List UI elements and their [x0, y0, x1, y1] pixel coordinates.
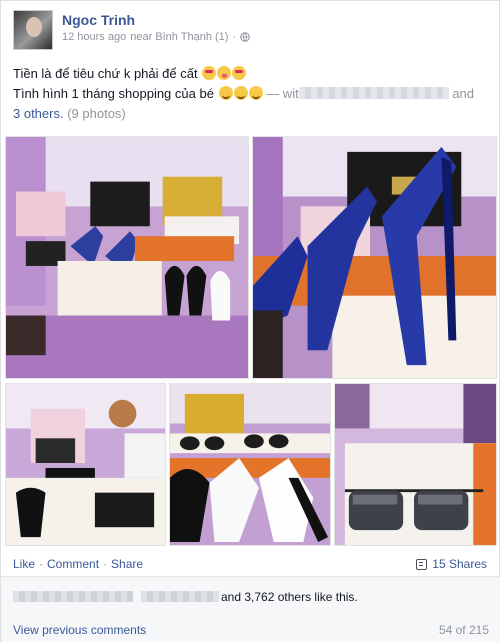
post-time[interactable]: 12 hours ago [62, 31, 126, 43]
caption-line-2: Tình hình 1 tháng shopping của bé [13, 86, 214, 101]
avatar[interactable] [13, 10, 53, 50]
comment-button[interactable]: Comment [47, 557, 99, 571]
author-name[interactable]: Ngoc Trinh [62, 12, 135, 28]
comments-counter: 54 of 215 [438, 623, 489, 637]
post-text: Tiền là để tiêu chứ k phải để cất Tình h… [13, 64, 489, 124]
dior-sunglasses-photo[interactable] [334, 383, 497, 546]
dior-bags-photo[interactable] [5, 383, 166, 546]
share-button[interactable]: Share [111, 557, 143, 571]
globe-icon[interactable] [240, 32, 250, 42]
likes-count-text[interactable]: and 3,762 others like this. [221, 590, 358, 604]
others-link[interactable]: 3 others. [13, 106, 64, 121]
facebook-post: Ngoc Trinh 12 hours ago near Bình Thạnh … [0, 0, 500, 642]
with-and: and [452, 86, 475, 101]
post-actions: Like · Comment · Share [13, 557, 143, 571]
heart-eyes-emoji-icon [202, 66, 217, 80]
post-text-line-1: Tiền là để tiêu chứ k phải để cất [13, 64, 489, 84]
view-previous-comments-link[interactable]: View previous comments [13, 623, 146, 637]
shares-count: 15 Shares [432, 557, 487, 571]
wink-emoji-icon [233, 86, 248, 100]
post-text-line-3: 3 others. (9 photos) [13, 104, 489, 124]
sunglasses-heels-photo[interactable] [169, 383, 331, 546]
post-text-line-2: Tình hình 1 tháng shopping của bé — wit … [13, 84, 489, 104]
like-button[interactable]: Like [13, 557, 35, 571]
wink-emoji-icon [218, 86, 233, 100]
caption-line-1: Tiền là để tiêu chứ k phải để cất [13, 66, 198, 81]
tagged-friend-blurred[interactable] [298, 87, 449, 99]
action-separator: · [39, 557, 44, 571]
tongue-emoji-icon [217, 66, 232, 80]
action-separator: · [103, 557, 108, 571]
handbags-heels-photo[interactable] [5, 136, 249, 379]
post-location[interactable]: near Bình Thạnh (1) [130, 31, 228, 43]
comments-bar: View previous comments 54 of 215 [1, 617, 500, 642]
liker-name-blurred[interactable] [13, 591, 133, 602]
blue-heels-photo[interactable] [252, 136, 497, 379]
post-meta: 12 hours ago near Bình Thạnh (1) · [62, 31, 250, 43]
liker-name-blurred[interactable] [141, 591, 219, 602]
with-prefix: — wit [266, 86, 299, 101]
meta-separator: · [232, 31, 237, 43]
shares-link[interactable]: 15 Shares [416, 557, 487, 571]
shares-icon [416, 558, 428, 570]
photos-count[interactable]: (9 photos) [67, 106, 126, 121]
likes-summary: and 3,762 others like this. [1, 577, 500, 617]
wink-emoji-icon [248, 86, 263, 100]
heart-eyes-emoji-icon [232, 66, 247, 80]
